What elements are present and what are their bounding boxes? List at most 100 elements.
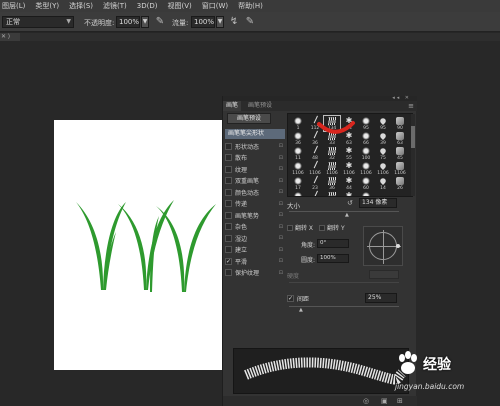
brush-setting-item[interactable]: 形状动态 ⊡ [225,141,285,151]
opacity-input[interactable]: 100% [116,16,140,28]
brush-setting-checkbox[interactable] [225,246,232,253]
brush-tip-cell[interactable]: 1 [290,116,306,131]
brush-setting-checkbox[interactable] [225,269,232,276]
brush-tip-cell[interactable]: 75 [375,146,391,161]
brush-setting-item[interactable]: 传递 ⊡ [225,199,285,209]
lock-icon[interactable]: ⊡ [279,189,283,195]
brush-tip-cell[interactable]: 1106 [290,161,306,176]
hardness-input[interactable] [369,270,399,279]
brush-tip-cell[interactable]: 90 [392,116,408,131]
brush-setting-checkbox[interactable] [225,142,232,150]
brush-tip-cell[interactable]: 11 [290,146,306,161]
lock-icon[interactable]: ⊡ [279,247,283,253]
lock-icon[interactable]: ⊡ [279,235,283,241]
menu-type[interactable]: 类型(Y) [35,1,59,11]
lock-icon[interactable]: ⊡ [279,201,283,207]
brush-tip-cell[interactable]: 1106 [375,161,391,176]
brush-tip-cell[interactable]: ✱ 1106 [341,161,357,177]
brush-setting-item[interactable]: 颜色动态 ⊡ [225,187,285,197]
size-slider-thumb[interactable]: ▲ [345,212,349,218]
menu-select[interactable]: 选择(S) [69,1,93,11]
brush-tip-cell[interactable]: 45 [392,146,408,161]
brush-tip-cell[interactable]: 63 [392,131,408,146]
brush-tip-cell[interactable]: 36 [290,131,306,146]
brush-presets-button[interactable]: 画笔预设 [227,113,271,124]
flow-dropdown[interactable]: ▼ [216,16,224,28]
brush-setting-item[interactable]: 建立 ⊡ [225,245,285,255]
airbrush-icon[interactable]: ↯ [228,16,240,28]
brush-tip-cell[interactable]: 42 [307,190,325,196]
brush-setting-item[interactable]: 保护纹理 ⊡ [225,268,285,278]
new-preset-icon[interactable]: ▣ [381,397,388,405]
lock-icon[interactable]: ⊡ [279,224,283,230]
lock-icon[interactable]: ⊡ [279,258,283,264]
size-slider[interactable] [289,211,399,212]
brush-setting-checkbox[interactable] [225,200,232,207]
spacing-checkbox[interactable]: ✓ [287,295,294,302]
hardness-slider[interactable] [289,282,399,283]
size-input[interactable]: 134 像素 [359,198,397,208]
brush-setting-checkbox[interactable] [225,154,232,161]
menu-view[interactable]: 视图(V) [167,1,191,11]
brush-tip-cell[interactable]: 48 [307,145,325,161]
spacing-slider-thumb[interactable]: ▲ [299,307,303,313]
brush-tip-cell[interactable]: 1106 [307,160,325,176]
brush-tip-cell[interactable]: 1106 [392,161,408,176]
brush-tip-cell[interactable]: 33 [290,191,306,196]
lock-icon[interactable]: ⊡ [279,155,283,161]
menu-filter[interactable]: 滤镜(T) [103,1,127,11]
brush-tip-cell[interactable]: 112 [358,191,374,196]
toggle-preview-icon[interactable]: ◎ [363,397,369,405]
flow-input[interactable]: 100% [191,16,215,28]
document-tab[interactable]: ✕ ⟩ [0,33,20,41]
spacing-input[interactable]: 25% [365,293,397,303]
reset-size-icon[interactable]: ↺ [347,199,353,207]
brush-setting-item[interactable]: 散布 ⊡ [225,153,285,163]
menu-window[interactable]: 窗口(W) [202,1,228,11]
menu-3d[interactable]: 3D(D) [137,2,158,10]
brush-setting-item[interactable]: 纹理 ⊡ [225,164,285,174]
brush-setting-item[interactable]: ✓ 平滑 ⊡ [225,256,285,266]
brush-grid-scrollbar[interactable] [411,114,415,196]
brush-tip-cell[interactable]: ✱70 [341,191,357,197]
brush-setting-checkbox[interactable] [225,188,232,196]
lock-icon[interactable]: ⊡ [279,166,283,172]
blend-mode-select[interactable]: 正常 ▼ [2,16,74,28]
pressure-size-icon[interactable]: ✎ [244,16,256,28]
brush-tip-cell[interactable]: 1106 [324,161,340,176]
brush-setting-item[interactable]: 双重画笔 ⊡ [225,176,285,186]
document-canvas[interactable] [54,120,227,370]
brush-tip-cell[interactable]: ✱ 44 [341,176,357,192]
brush-setting-checkbox[interactable] [225,177,232,184]
lock-icon[interactable]: ⊡ [279,143,283,149]
brush-tip-cell[interactable]: 1106 [358,161,374,176]
brush-setting-checkbox[interactable]: ✓ [225,257,232,265]
brush-tip-cell[interactable]: 39 [375,131,391,146]
brush-tip-cell[interactable]: 95 [375,116,391,131]
menu-help[interactable]: 帮助(H) [238,1,263,11]
brush-tip-shape-item[interactable]: 画笔笔尖形状 [225,129,285,139]
brush-tip-cell[interactable]: 26 [392,176,408,191]
brush-setting-item[interactable]: 杂色 ⊡ [225,222,285,232]
brush-tip-cell[interactable]: 36 [324,176,340,191]
brush-tip-cell[interactable]: 14 [375,176,391,191]
tab-brush-presets[interactable]: 画笔预设 [245,101,275,111]
brush-setting-checkbox[interactable] [225,165,232,173]
flip-y-checkbox[interactable] [319,224,326,231]
scrollbar-thumb[interactable] [411,126,415,148]
brush-setting-checkbox[interactable] [225,223,232,230]
brush-tip-cell[interactable]: 100 [358,146,374,161]
flip-x-checkbox[interactable] [287,224,293,231]
brush-setting-checkbox[interactable] [225,211,232,219]
spacing-slider[interactable] [289,306,399,307]
opacity-dropdown[interactable]: ▼ [141,16,149,28]
lock-icon[interactable]: ⊡ [279,270,283,276]
brush-tip-cell[interactable]: ✱ 55 [341,146,357,162]
roundness-input[interactable]: 100% [317,254,349,263]
brush-setting-checkbox[interactable] [225,234,232,242]
tab-brush[interactable]: 画笔 [223,101,242,111]
brush-tip-cell[interactable]: 55 [324,191,340,196]
pressure-opacity-icon[interactable]: ✎ [154,16,166,28]
angle-roundness-dial[interactable] [363,226,403,266]
lock-icon[interactable]: ⊡ [279,178,283,184]
